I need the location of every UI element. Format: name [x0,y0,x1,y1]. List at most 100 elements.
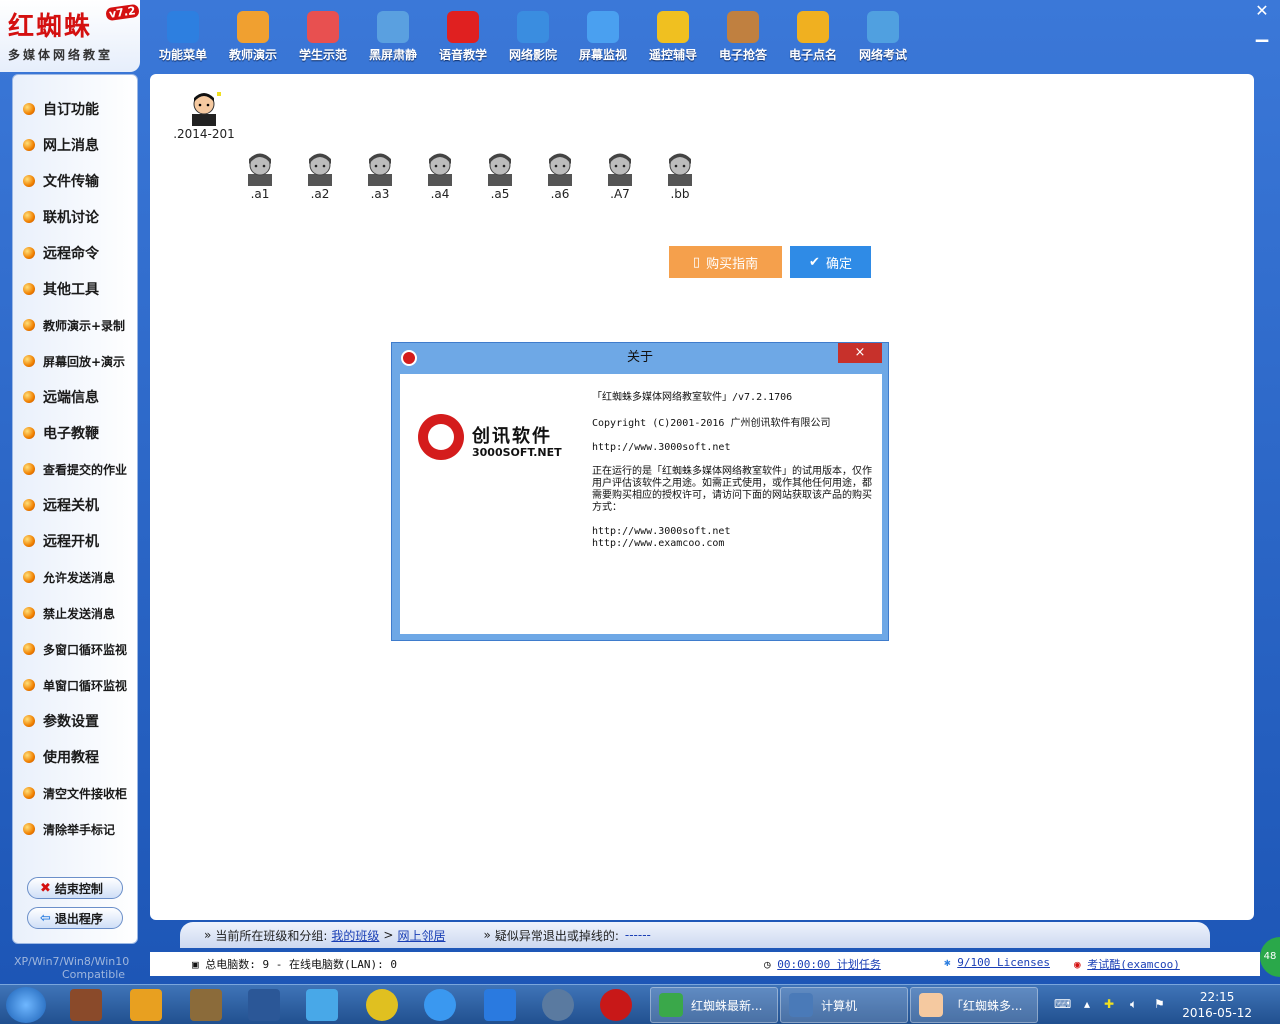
network-plus-icon[interactable]: ✚ [1104,997,1114,1011]
sidebar-item-13[interactable]: 远程开机 [23,528,99,554]
toolbar-label: 黑屏肃静 [368,48,417,62]
task-icon [919,993,943,1017]
sidebar-item-6[interactable]: 其他工具 [23,276,99,302]
toolbar-label: 网络影院 [508,48,557,62]
toolbar-button-8[interactable]: 遥控辅导 [638,6,708,66]
orange-bullet-icon [23,607,35,619]
clock[interactable]: 22:15 2016-05-12 [1182,989,1252,1021]
taskbar: 红蜘蛛最新... 计算机 「红蜘蛛多... ⌨ ▴ ✚ 🔈︎ ⚑ 22:15 201… [0,937,1280,1024]
schedule-task-link[interactable]: 00:00:00 计划任务 [777,958,881,971]
minimize-icon[interactable]: ▁ [1248,24,1276,46]
toolbar-button-1[interactable]: 功能菜单 [148,6,218,66]
start-button[interactable] [6,987,46,1023]
sidebar-item-9[interactable]: 远端信息 [23,384,99,410]
pp-icon[interactable] [484,989,516,1021]
breadcrumb: » 当前所在班级和分组: 我的班级 > 网上邻居 » 疑似异常退出或掉线的: -… [180,922,1210,948]
toolbar-button-4[interactable]: 黑屏肃静 [358,6,428,66]
toolbar-button-7[interactable]: 屏幕监视 [568,6,638,66]
dialog-title: 关于 [626,350,653,365]
exit-program-button[interactable]: ⇦ 退出程序 [27,907,123,929]
word-icon[interactable] [248,989,280,1021]
toolbar-button-10[interactable]: 电子点名 [778,6,848,66]
schedule-task[interactable]: ◷ 00:00:00 计划任务 [764,956,881,972]
sidebar-item-label: 清除举手标记 [43,822,116,837]
sidebar-item-20[interactable]: 清空文件接收柜 [23,780,127,806]
sidebar-item-19[interactable]: 使用教程 [23,744,99,770]
orange-bullet-icon [23,463,35,475]
examcoo[interactable]: ◉ 考试酷(examcoo) [1074,956,1180,972]
licenses[interactable]: ✱ 9/100 Licenses [944,956,1050,969]
sidebar-item-7[interactable]: 教师演示+录制 [23,312,125,338]
sidebar-item-8[interactable]: 屏幕回放+演示 [23,348,125,374]
sidebar-item-4[interactable]: 联机讨论 [23,204,99,230]
checkmark-icon: ✔ [809,254,820,270]
student-computer[interactable]: .a4 [410,150,470,201]
orange-bullet-icon [23,211,35,223]
sidebar-item-15[interactable]: 禁止发送消息 [23,600,115,626]
compat-line-1: XP/Win7/Win8/Win10 [14,955,130,968]
taskbar-task-1[interactable]: 红蜘蛛最新... [650,987,778,1023]
sidebar-item-3[interactable]: 文件传输 [23,168,99,194]
student-computer[interactable]: .a6 [530,150,590,201]
sidebar-item-21[interactable]: 清除举手标记 [23,816,115,842]
end-control-label: 结束控制 [54,881,103,896]
dialog-close-button[interactable]: × [838,343,882,363]
volume-icon[interactable]: 🔈︎ [1130,997,1137,1012]
toolbar-button-3[interactable]: 学生示范 [288,6,358,66]
cloud-icon[interactable] [306,989,338,1021]
sidebar-item-12[interactable]: 远程关机 [23,492,99,518]
sidebar-item-label: 远程命令 [43,246,99,262]
sidebar-item-2[interactable]: 网上消息 [23,132,99,158]
student-avatar-icon [368,153,392,186]
student-computer[interactable]: .a1 [230,150,290,201]
toolbar-button-9[interactable]: 电子抢答 [708,6,778,66]
crumb-group-link[interactable]: 网上邻居 [397,927,445,944]
ok-button[interactable]: ✔ 确定 [790,246,871,278]
sidebar-item-10[interactable]: 电子教鞭 [23,420,99,446]
student-computer[interactable]: .bb [650,150,710,201]
taskbar-task-3[interactable]: 「红蜘蛛多... [910,987,1038,1023]
sidebar-item-label: 教师演示+录制 [43,318,126,333]
tray-arrow-icon[interactable]: ▴ [1084,997,1090,1011]
toolbar-button-5[interactable]: 语音教学 [428,6,498,66]
sidebar-item-16[interactable]: 多窗口循环监视 [23,636,127,662]
student-computer[interactable]: .a5 [470,150,530,201]
examcoo-link[interactable]: 考试酷(examcoo) [1087,958,1180,971]
sidebar-item-14[interactable]: 允许发送消息 [23,564,115,590]
flag-icon[interactable]: ⚑ [1154,997,1165,1011]
toolbar-button-11[interactable]: 网络考试 [848,6,918,66]
owl-icon[interactable] [190,989,222,1021]
itunes-icon[interactable] [424,989,456,1021]
sidebar-item-label: 禁止发送消息 [43,606,116,621]
toolbar-button-2[interactable]: 教师演示 [218,6,288,66]
sidebar-item-label: 远程关机 [43,498,99,514]
buy-guide-button[interactable]: ▯ 购买指南 [669,246,782,278]
toolbar-label: 教师演示 [228,48,277,62]
sidebar-item-17[interactable]: 单窗口循环监视 [23,672,127,698]
sidebar: 自订功能网上消息文件传输联机讨论远程命令其他工具教师演示+录制屏幕回放+演示 远端… [12,74,138,944]
redspider-icon[interactable] [600,989,632,1021]
sidebar-item-5[interactable]: 远程命令 [23,240,99,266]
student-computer[interactable]: .a3 [350,150,410,201]
crumb-class-link[interactable]: 我的班级 [331,927,379,944]
licenses-link[interactable]: 9/100 Licenses [957,956,1050,969]
orange-bullet-icon [23,103,35,115]
chrome-icon[interactable] [366,989,398,1021]
sidebar-item-1[interactable]: 自订功能 [23,96,99,122]
close-icon[interactable]: ✕ [1248,0,1276,22]
sidebar-item-11[interactable]: 查看提交的作业 [23,456,127,482]
student-computer[interactable]: .a2 [290,150,350,201]
sidebar-item-label: 允许发送消息 [43,570,116,585]
toolbar-button-6[interactable]: 网络影院 [498,6,568,66]
taskbar-task-2[interactable]: 计算机 [780,987,908,1023]
film-icon [517,11,549,43]
end-control-button[interactable]: ✖ 结束控制 [27,877,123,899]
keyboard-icon[interactable]: ⌨ [1054,997,1071,1011]
sidebar-item-18[interactable]: 参数设置 [23,708,99,734]
paint-icon[interactable] [130,989,162,1021]
winrar-icon[interactable] [70,989,102,1021]
sidebar-item-label: 自订功能 [43,102,99,118]
weibo-icon[interactable] [542,989,574,1021]
student-computer[interactable]: .A7 [590,150,650,201]
teacher-computer[interactable]: .2014-201 [173,90,235,141]
